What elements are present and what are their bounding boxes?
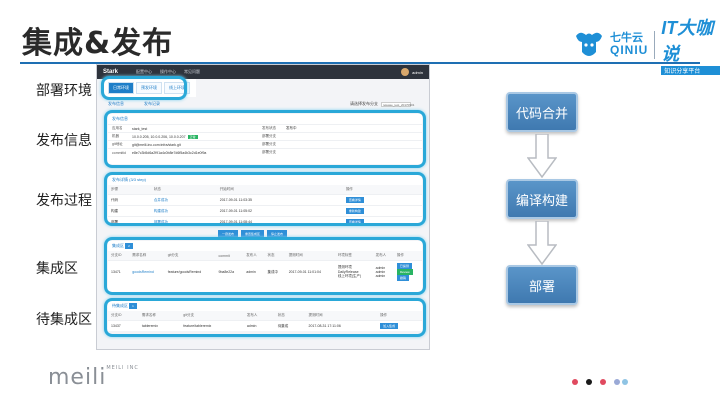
flow-arrow-icon bbox=[527, 221, 557, 265]
it-logo-text: IT大咖说 bbox=[661, 18, 714, 64]
meili-logo: meiliMEILI INC bbox=[48, 365, 139, 390]
nav-faq[interactable]: 常见问题 bbox=[184, 69, 200, 75]
decorative-dots bbox=[572, 379, 636, 385]
release-branch-label: 请选择发布分支 bbox=[350, 101, 378, 106]
nav-ops-center[interactable]: 操作中心 bbox=[160, 69, 176, 75]
highlight-process bbox=[104, 172, 426, 226]
dot-icon bbox=[600, 379, 606, 385]
tab-release-info[interactable]: 发布信息 bbox=[108, 101, 124, 107]
label-pending-zone: 待集成区 bbox=[36, 312, 92, 328]
label-release-process: 发布过程 bbox=[36, 193, 92, 209]
app-brand[interactable]: Stark bbox=[103, 69, 118, 75]
label-integration-zone: 集成区 bbox=[36, 261, 78, 277]
label-deploy-env: 部署环境 bbox=[36, 83, 92, 99]
dot-icon bbox=[614, 379, 620, 385]
highlight-integration bbox=[104, 237, 426, 295]
label-release-info: 发布信息 bbox=[36, 133, 92, 149]
header-logos: 七牛云 QINIU IT大咖说 知识分享平台 bbox=[572, 14, 720, 75]
flow-step-deploy: 部署 bbox=[506, 265, 578, 305]
tab-release-records[interactable]: 发布记录 bbox=[144, 101, 160, 107]
avatar bbox=[401, 68, 410, 76]
release-branch-input[interactable]: release_test_20170901 bbox=[381, 101, 414, 107]
dot-icon bbox=[572, 379, 578, 385]
highlight-info bbox=[104, 110, 426, 168]
it-logo-sub: 知识分享平台 bbox=[661, 66, 720, 75]
meili-logo-sub: MEILI INC bbox=[106, 365, 139, 371]
dot-icon bbox=[586, 379, 592, 385]
sub-tabs: 发布信息 发布记录 bbox=[108, 101, 180, 107]
highlight-env bbox=[101, 76, 187, 100]
release-branch-select: 请选择发布分支 release_test_20170901 bbox=[350, 101, 414, 107]
slide-title: 集成&发布 bbox=[22, 26, 174, 61]
qiniu-logo-icon bbox=[572, 28, 606, 62]
flow-step-build: 编译构建 bbox=[506, 179, 578, 219]
it-logo: IT大咖说 知识分享平台 bbox=[661, 14, 720, 75]
flow-arrow-icon bbox=[527, 134, 557, 178]
dot-icon bbox=[622, 379, 628, 385]
user-menu[interactable]: admin bbox=[401, 68, 423, 76]
meili-logo-text: meili bbox=[48, 365, 107, 390]
user-name: admin bbox=[412, 69, 423, 75]
highlight-pending bbox=[104, 298, 426, 337]
nav-config-center[interactable]: 配置中心 bbox=[136, 69, 152, 75]
flow-step-merge: 代码合并 bbox=[506, 92, 578, 132]
qiniu-logo-en: QINIU bbox=[610, 42, 649, 57]
logo-divider bbox=[654, 30, 656, 59]
